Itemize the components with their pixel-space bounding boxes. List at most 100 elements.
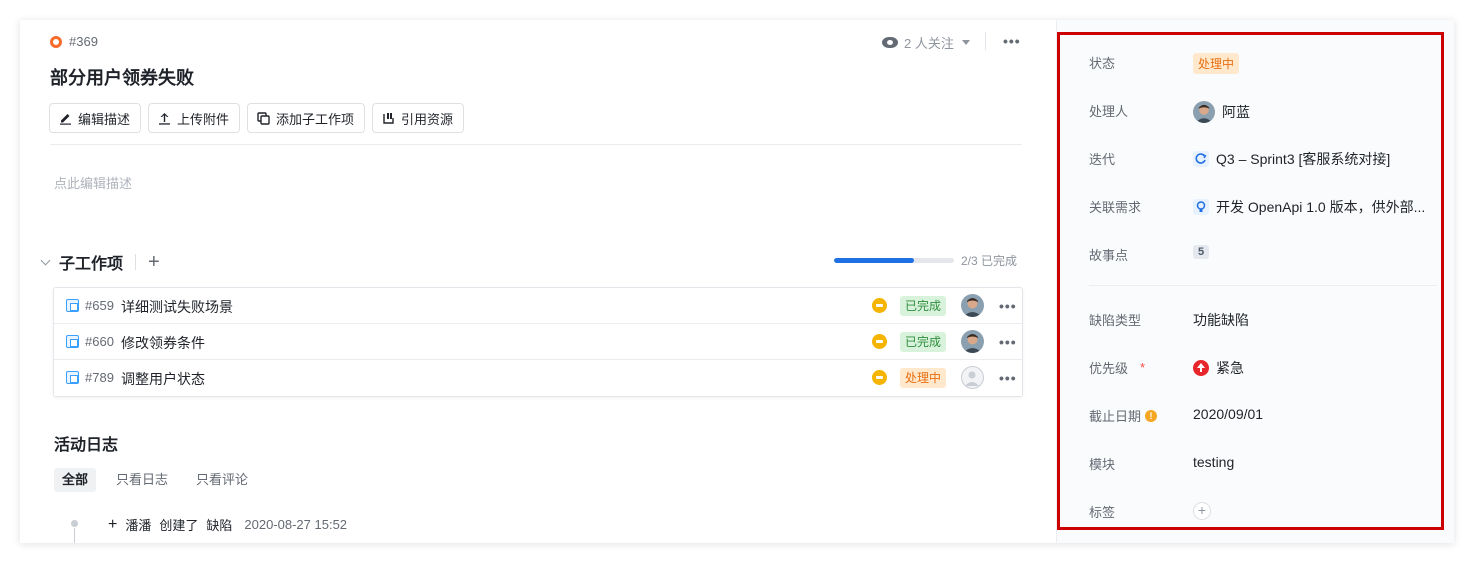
issue-id-text: #369 (69, 34, 98, 49)
module-value[interactable]: testing (1193, 454, 1234, 470)
status-badge[interactable]: 已完成 (900, 332, 947, 352)
reference-resource-label: 引用资源 (401, 111, 454, 127)
subtasks-progress-bar (834, 258, 954, 263)
issue-title[interactable]: 部分用户领券失败 (50, 64, 194, 90)
unassigned-avatar-icon[interactable] (961, 366, 984, 389)
eye-icon (882, 37, 898, 48)
issue-fields-panel: 状态 处理中 处理人 阿蓝 迭代 Q3 – Sprint3 [客服系统对接] 关… (1056, 20, 1454, 543)
divider (135, 254, 137, 270)
activity-title: 活动日志 (54, 437, 119, 454)
timeline-dot (71, 520, 78, 527)
subtask-title[interactable]: 调整用户状态 (121, 369, 205, 389)
bug-type-icon (50, 35, 62, 48)
status-badge[interactable]: 已完成 (900, 296, 947, 316)
field-status[interactable]: 状态 处理中 (1089, 50, 1449, 74)
log-object: 缺陷 (206, 518, 233, 533)
urgent-priority-icon (1193, 360, 1209, 376)
timeline-line (74, 528, 75, 543)
avatar[interactable] (961, 294, 984, 317)
subtask-icon (66, 335, 79, 348)
subtask-title[interactable]: 修改领券条件 (121, 333, 205, 353)
defect-type-value[interactable]: 功能缺陷 (1193, 310, 1249, 330)
requirement-title[interactable]: 开发 OpenApi 1.0 版本，供外部... (1216, 197, 1425, 217)
subtask-id: #660 (85, 334, 114, 349)
priority-medium-icon[interactable] (872, 370, 887, 385)
avatar[interactable] (961, 330, 984, 353)
divider (985, 32, 986, 50)
activity-filters: 全部 只看日志 只看评论 (54, 468, 256, 492)
subtask-icon (66, 371, 79, 384)
add-icon[interactable]: + (148, 252, 160, 272)
status-badge[interactable]: 处理中 (1193, 53, 1240, 74)
table-row[interactable]: #660 修改领券条件 已完成 ••• (54, 324, 1022, 360)
field-priority[interactable]: 优先级 * 紧急 (1089, 355, 1449, 379)
edit-description-label: 编辑描述 (78, 111, 131, 127)
subtask-icon (66, 299, 79, 312)
upload-icon (159, 112, 171, 125)
upload-attachment-label: 上传附件 (177, 111, 230, 127)
field-label: 截止日期 ! (1089, 406, 1158, 425)
reference-resource-button[interactable]: 引用资源 (372, 103, 465, 133)
field-deadline[interactable]: 截止日期 ! 2020/09/01 (1089, 403, 1449, 427)
table-row[interactable]: #789 调整用户状态 处理中 ••• (54, 360, 1022, 396)
priority-medium-icon[interactable] (872, 334, 887, 349)
status-badge[interactable]: 处理中 (900, 368, 947, 388)
field-requirement[interactable]: 关联需求 开发 OpenApi 1.0 版本，供外部... (1089, 194, 1449, 218)
subtasks-progress-text: 2/3 已完成 (961, 254, 1018, 268)
field-label: 状态 (1089, 56, 1116, 71)
priority-value[interactable]: 紧急 (1216, 358, 1244, 378)
priority-medium-icon[interactable] (872, 298, 887, 313)
watchers-count: 2 人关注 (904, 36, 954, 51)
field-label: 故事点 (1089, 248, 1129, 263)
filter-all[interactable]: 全部 (54, 468, 97, 492)
add-tag-icon[interactable]: + (1193, 502, 1211, 520)
divider (50, 144, 1022, 145)
field-label: 缺陷类型 (1089, 313, 1142, 328)
more-options-icon[interactable]: ••• (999, 299, 1017, 313)
avatar (1193, 101, 1215, 123)
field-label: 处理人 (1089, 104, 1129, 119)
subtask-icon (257, 111, 270, 125)
filter-logs-only[interactable]: 只看日志 (108, 468, 176, 492)
lightbulb-icon (1193, 199, 1209, 215)
field-sprint[interactable]: 迭代 Q3 – Sprint3 [客服系统对接] (1089, 146, 1449, 170)
add-subtask-button[interactable]: 添加子工作项 (247, 103, 366, 133)
activity-log-entry: + 潘潘 创建了 缺陷 2020-08-27 15:52 (108, 515, 347, 534)
deadline-label-text: 截止日期 (1089, 409, 1142, 424)
progress-fill (834, 258, 915, 263)
warning-icon: ! (1145, 409, 1158, 422)
filter-comments-only[interactable]: 只看评论 (188, 468, 256, 492)
table-row[interactable]: #659 详细测试失败场景 已完成 ••• (54, 288, 1022, 324)
field-tags[interactable]: 标签 + (1089, 499, 1449, 523)
subtask-id: #789 (85, 370, 114, 385)
sprint-name: Q3 – Sprint3 [客服系统对接] (1216, 151, 1391, 167)
watchers-dropdown[interactable]: 2 人关注 (882, 33, 970, 52)
more-options-icon[interactable]: ••• (1003, 34, 1021, 48)
field-story-points[interactable]: 故事点 5 (1089, 242, 1449, 266)
log-user[interactable]: 潘潘 (125, 515, 151, 534)
subtasks-header: 子工作项 + (38, 250, 160, 274)
subtasks-title: 子工作项 (59, 256, 124, 273)
create-icon: + (108, 515, 118, 533)
field-module[interactable]: 模块 testing (1089, 451, 1449, 475)
deadline-value[interactable]: 2020/09/01 (1193, 406, 1263, 422)
field-label: 模块 (1089, 457, 1116, 472)
field-label: 标签 (1089, 505, 1116, 520)
issue-detail-card: #369 2 人关注 ••• 部分用户领券失败 编辑描述 上传附件 添加子工作项 (20, 20, 1454, 543)
field-defect-type[interactable]: 缺陷类型 功能缺陷 (1089, 307, 1449, 331)
story-points-badge[interactable]: 5 (1193, 245, 1210, 259)
upload-attachment-button[interactable]: 上传附件 (148, 103, 241, 133)
edit-description-button[interactable]: 编辑描述 (49, 103, 142, 133)
add-subtask-label: 添加子工作项 (276, 111, 355, 127)
field-label: 关联需求 (1089, 200, 1142, 215)
issue-main-panel: #369 2 人关注 ••• 部分用户领券失败 编辑描述 上传附件 添加子工作项 (20, 20, 1040, 543)
pencil-icon (60, 113, 71, 125)
more-options-icon[interactable]: ••• (999, 371, 1017, 385)
subtask-title[interactable]: 详细测试失败场景 (121, 297, 233, 317)
subtask-id: #659 (85, 298, 114, 313)
more-options-icon[interactable]: ••• (999, 335, 1017, 349)
field-assignee[interactable]: 处理人 阿蓝 (1089, 98, 1449, 123)
chevron-down-icon[interactable] (40, 255, 51, 265)
description-placeholder[interactable]: 点此编辑描述 (54, 173, 132, 192)
link-resource-icon (383, 112, 394, 124)
